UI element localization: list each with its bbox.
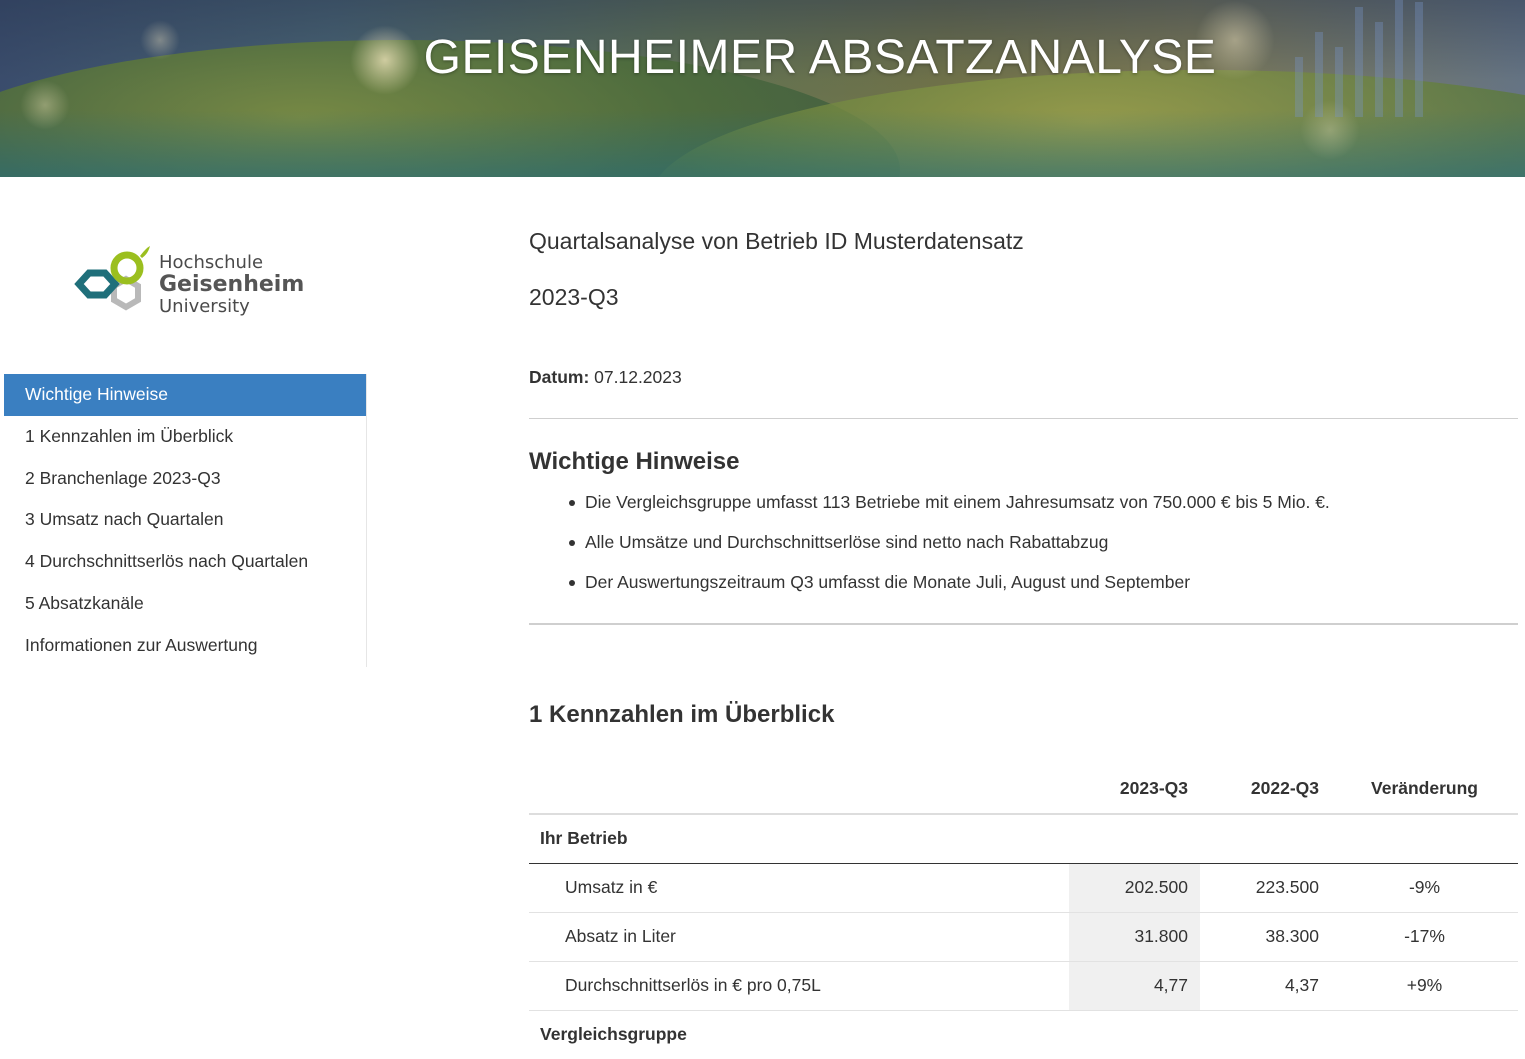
divider [529, 623, 1518, 625]
cell-previous: 38.300 [1200, 912, 1331, 962]
toc-item-informationen[interactable]: Informationen zur Auswertung [4, 625, 366, 667]
group-label: Vergleichsgruppe [540, 1024, 687, 1045]
report-period: 2023-Q3 [529, 284, 619, 310]
table-row: Durchschnittserlös in € pro 0,75L 4,77 4… [529, 961, 1518, 1011]
header-banner: GEISENHEIMER ABSATZANALYSE [0, 0, 1525, 177]
university-logo[interactable]: Hochschule Geisenheim University [74, 246, 314, 322]
section-heading-kennzahlen: 1 Kennzahlen im Überblick [529, 701, 835, 728]
cell-current: 202.500 [1069, 863, 1200, 913]
row-label: Absatz in Liter [529, 912, 1069, 962]
date-label: Datum: [529, 367, 590, 387]
table-of-contents: Wichtige Hinweise 1 Kennzahlen im Überbl… [4, 374, 367, 667]
logo-line-3: University [159, 296, 250, 317]
toc-item-branchenlage[interactable]: 2 Branchenlage 2023-Q3 [4, 458, 366, 500]
kennzahlen-table: 2023-Q3 2022-Q3 Veränderung Ihr Betrieb … [529, 764, 1518, 1059]
cell-current: 31.800 [1069, 912, 1200, 962]
banner-bokeh [20, 80, 70, 130]
row-label: Durchschnittserlös in € pro 0,75L [529, 961, 1069, 1011]
logo-line-1: Hochschule [159, 252, 264, 273]
group-label: Ihr Betrieb [529, 814, 1518, 864]
cell-change: +9% [1331, 961, 1518, 1011]
cell-previous: 4,37 [1200, 961, 1331, 1011]
column-header-change: Veränderung [1331, 764, 1518, 815]
divider [529, 418, 1518, 419]
table-row: Umsatz in € 202.500 223.500 -9% [529, 863, 1518, 913]
table-group-row: Ihr Betrieb [529, 814, 1518, 864]
page-title: GEISENHEIMER ABSATZANALYSE [423, 31, 1217, 84]
toc-item-wichtige-hinweise[interactable]: Wichtige Hinweise [4, 374, 366, 416]
table-row: Absatz in Liter 31.800 38.300 -17% [529, 912, 1518, 962]
table-group-row: Vergleichsgruppe [529, 1010, 1518, 1059]
list-item: Der Auswertungszeitraum Q3 umfasst die M… [529, 570, 1330, 610]
report-title: Quartalsanalyse von Betrieb ID Musterdat… [529, 228, 1024, 254]
column-header-previous: 2022-Q3 [1200, 764, 1331, 815]
column-header-label [529, 764, 1069, 815]
toc-item-durchschnittserloes[interactable]: 4 Durchschnittserlös nach Quartalen [4, 541, 366, 583]
cell-current: 4,77 [1069, 961, 1200, 1011]
section-heading-hinweise: Wichtige Hinweise [529, 448, 740, 475]
logo-line-2: Geisenheim [159, 272, 305, 297]
cell-change: -9% [1331, 863, 1518, 913]
logo-text: Hochschule Geisenheim University [159, 252, 304, 318]
toc-item-absatzkanaele[interactable]: 5 Absatzkanäle [4, 583, 366, 625]
hinweise-list: Die Vergleichsgruppe umfasst 113 Betrieb… [529, 490, 1330, 610]
banner-chart-decoration [1285, 0, 1485, 177]
column-header-current: 2023-Q3 [1069, 764, 1200, 815]
list-item: Die Vergleichsgruppe umfasst 113 Betrieb… [529, 490, 1330, 530]
toc-item-umsatz[interactable]: 3 Umsatz nach Quartalen [4, 499, 366, 541]
cell-change: -17% [1331, 912, 1518, 962]
row-label: Umsatz in € [529, 863, 1069, 913]
cell-previous: 223.500 [1200, 863, 1331, 913]
date-value: 07.12.2023 [594, 367, 682, 387]
table-header-row: 2023-Q3 2022-Q3 Veränderung [529, 764, 1518, 815]
hexagon-logo-icon [74, 246, 150, 311]
list-item: Alle Umsätze und Durchschnittserlöse sin… [529, 530, 1330, 570]
report-date: Datum: 07.12.2023 [529, 367, 682, 388]
toc-item-kennzahlen[interactable]: 1 Kennzahlen im Überblick [4, 416, 366, 458]
